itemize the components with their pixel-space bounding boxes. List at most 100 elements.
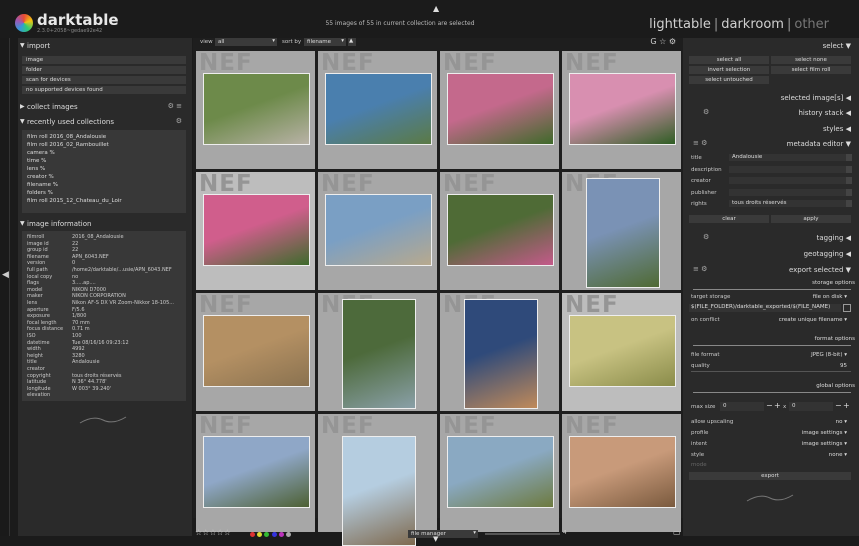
profile-select[interactable]: image settings ▾ bbox=[802, 430, 847, 436]
invert-selection-button[interactable]: invert selection bbox=[689, 66, 769, 74]
color-label-filters[interactable] bbox=[250, 531, 292, 539]
thumbnail-image[interactable] bbox=[203, 73, 310, 145]
history-stack-header[interactable]: ⚙ history stack ◀ bbox=[683, 107, 859, 119]
quality-value[interactable]: 95 bbox=[840, 363, 847, 369]
recent-item[interactable]: creator % bbox=[27, 174, 54, 180]
thumbnail-cell[interactable]: NEF bbox=[196, 292, 315, 411]
zoom-slider[interactable] bbox=[485, 533, 560, 535]
thumbnail-cell[interactable]: NEF bbox=[318, 292, 437, 411]
chevron-down-icon[interactable] bbox=[846, 177, 852, 184]
recent-item[interactable]: film roll 2016_08_Andalousie bbox=[27, 134, 106, 140]
geotagging-header[interactable]: geotagging ◀ bbox=[683, 248, 859, 260]
recent-item[interactable]: film roll 2015_12_Chateau_du_Loir bbox=[27, 198, 122, 204]
recent-item[interactable]: time % bbox=[27, 158, 46, 164]
selected-images-header[interactable]: selected image[s] ◀ bbox=[683, 92, 859, 104]
thumbnail-cell[interactable]: NEF bbox=[440, 292, 559, 411]
presets-icon[interactable]: ⚙ ≡ bbox=[168, 102, 182, 110]
thumbnail-cell[interactable]: NEF bbox=[196, 171, 315, 290]
view-other[interactable]: other bbox=[794, 17, 829, 32]
upscaling-select[interactable]: no ▾ bbox=[836, 419, 847, 425]
folder-browse-icon[interactable] bbox=[843, 304, 851, 312]
collapse-top-icon[interactable]: ▲ bbox=[433, 4, 439, 13]
chevron-down-icon[interactable] bbox=[846, 200, 852, 207]
scan-devices-button[interactable]: scan for devices bbox=[22, 76, 186, 84]
toolbar-icons[interactable]: G ☆ ⚙ bbox=[650, 37, 676, 46]
thumbnail-image[interactable] bbox=[569, 73, 676, 145]
view-darkroom[interactable]: darkroom bbox=[721, 17, 784, 32]
recent-item[interactable]: lens % bbox=[27, 166, 45, 172]
import-image-button[interactable]: image bbox=[22, 56, 186, 64]
target-storage-select[interactable]: file on disk ▾ bbox=[813, 294, 847, 300]
metadata-clear-button[interactable]: clear bbox=[689, 215, 769, 223]
metadata-input[interactable] bbox=[729, 165, 847, 173]
recent-collections-header[interactable]: ▼ recently used collections ⚙ bbox=[18, 116, 192, 128]
thumbnail-cell[interactable]: NEF bbox=[318, 413, 437, 546]
thumbnail-image[interactable] bbox=[341, 299, 416, 409]
thumbnail-image[interactable] bbox=[585, 178, 660, 288]
metadata-input[interactable]: tous droits réservés bbox=[729, 200, 847, 207]
recent-item[interactable]: filename % bbox=[27, 182, 58, 188]
sort-order-button[interactable]: ▲ bbox=[348, 38, 356, 46]
thumbnail-image[interactable] bbox=[463, 299, 538, 409]
thumbnail-image[interactable] bbox=[447, 73, 554, 145]
thumbnail-image[interactable] bbox=[325, 194, 432, 266]
thumbnail-image[interactable] bbox=[203, 315, 310, 387]
select-module-header[interactable]: select ▼ bbox=[683, 40, 859, 52]
tagging-header[interactable]: ⚙ tagging ◀ bbox=[683, 232, 859, 244]
thumbnail-cell[interactable]: NEF bbox=[440, 50, 559, 169]
select-all-button[interactable]: select all bbox=[689, 56, 769, 64]
select-untouched-button[interactable]: select untouched bbox=[689, 76, 769, 84]
presets-icon[interactable]: ⚙ bbox=[176, 117, 182, 125]
select-none-button[interactable]: select none bbox=[771, 56, 851, 64]
thumbnail-cell[interactable]: NEF bbox=[562, 292, 681, 411]
on-conflict-select[interactable]: create unique filename ▾ bbox=[779, 317, 847, 323]
export-path-input[interactable]: $(FILE_FOLDER)/darktable_exported/$(FILE… bbox=[689, 304, 841, 312]
plus-icon[interactable]: + bbox=[774, 401, 781, 410]
thumbnail-image[interactable] bbox=[203, 194, 310, 266]
layout-select[interactable]: file manager ▾ bbox=[408, 530, 478, 538]
metadata-input[interactable] bbox=[729, 188, 847, 196]
import-module-header[interactable]: ▼ import bbox=[18, 40, 192, 52]
collapse-left-icon[interactable]: ◀ bbox=[2, 270, 9, 280]
style-select[interactable]: none ▾ bbox=[829, 452, 847, 458]
chevron-down-icon[interactable] bbox=[846, 154, 852, 161]
thumbnail-image[interactable] bbox=[569, 315, 676, 387]
metadata-apply-button[interactable]: apply bbox=[771, 215, 851, 223]
thumbnail-image[interactable] bbox=[447, 436, 554, 508]
thumbnail-cell[interactable]: NEF bbox=[562, 171, 681, 290]
plus-icon[interactable]: + bbox=[843, 401, 850, 410]
recent-item[interactable]: folders % bbox=[27, 190, 53, 196]
max-height-input[interactable]: 0 bbox=[789, 402, 833, 411]
recent-item[interactable]: camera % bbox=[27, 150, 55, 156]
thumbnail-image[interactable] bbox=[203, 436, 310, 508]
select-film-roll-button[interactable]: select film roll bbox=[771, 66, 851, 74]
minus-icon[interactable]: − bbox=[766, 401, 773, 410]
display-icon[interactable]: ▭ bbox=[673, 528, 681, 537]
metadata-input[interactable] bbox=[729, 177, 847, 184]
image-info-header[interactable]: ▼ image information bbox=[18, 218, 192, 230]
thumbnail-cell[interactable]: NEF bbox=[318, 50, 437, 169]
collect-module-header[interactable]: ▶ collect images ⚙ ≡ bbox=[18, 101, 192, 113]
thumbnail-image[interactable] bbox=[447, 194, 554, 266]
export-button[interactable]: export bbox=[689, 472, 851, 480]
import-folder-button[interactable]: folder bbox=[22, 66, 186, 74]
thumbnail-cell[interactable]: NEF bbox=[318, 171, 437, 290]
chevron-down-icon[interactable] bbox=[846, 188, 852, 196]
thumbnail-cell[interactable]: NEF bbox=[562, 413, 681, 532]
thumbnail-cell[interactable]: NEF bbox=[440, 171, 559, 290]
thumbnail-cell[interactable]: NEF bbox=[562, 50, 681, 169]
view-select[interactable]: all ▾ bbox=[215, 38, 277, 46]
file-format-select[interactable]: JPEG (8-bit) ▾ bbox=[811, 352, 847, 358]
export-header[interactable]: ≡ ⚙ export selected ▼ bbox=[683, 264, 859, 276]
view-lighttable[interactable]: lighttable bbox=[649, 17, 711, 32]
metadata-input[interactable]: Andalousie bbox=[729, 154, 847, 161]
thumbnail-image[interactable] bbox=[325, 73, 432, 145]
metadata-editor-header[interactable]: ≡ ⚙ metadata editor ▼ bbox=[683, 138, 859, 150]
quality-slider[interactable] bbox=[691, 371, 851, 372]
recent-item[interactable]: film roll 2016_02_Rambouillet bbox=[27, 142, 109, 148]
thumbnail-image[interactable] bbox=[569, 436, 676, 508]
intent-select[interactable]: image settings ▾ bbox=[802, 441, 847, 447]
thumbnail-cell[interactable]: NEF bbox=[440, 413, 559, 532]
thumbnail-cell[interactable]: NEF bbox=[196, 50, 315, 169]
chevron-down-icon[interactable] bbox=[846, 165, 852, 173]
